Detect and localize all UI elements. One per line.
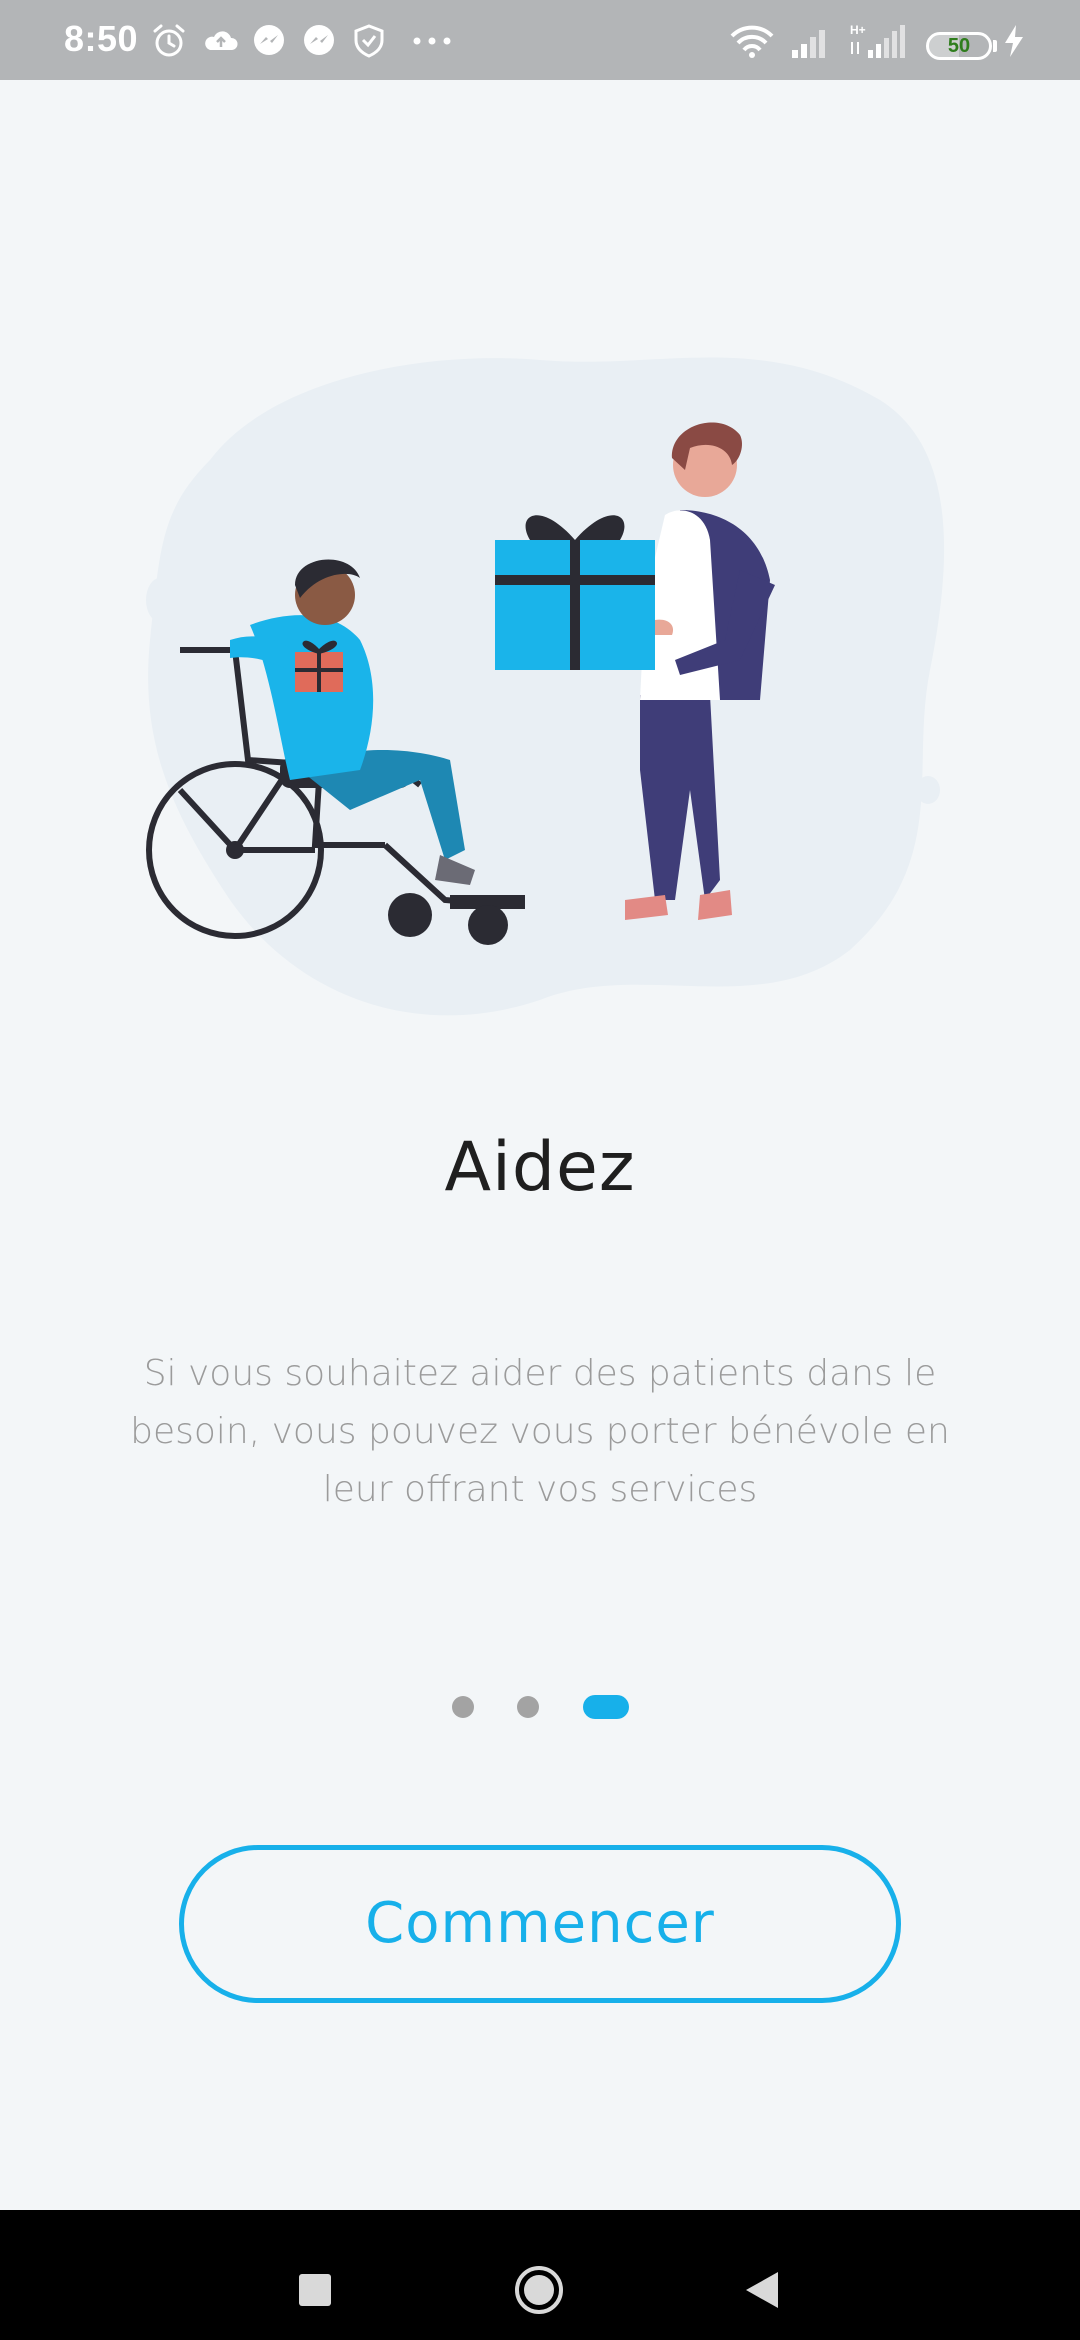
start-button[interactable]: Commencer [179,1845,901,2003]
blob-spot [916,776,940,804]
page-description: Si vous souhaitez aider des patients dan… [130,1353,950,1510]
cloud-upload-icon [202,22,240,60]
battery-icon: 50 [926,32,992,60]
signal-h-plus-icon: H+ [848,22,908,60]
page-indicator [0,1694,1080,1720]
wheelchair-small-wheel [388,893,432,937]
standing-person-shoes [698,890,732,920]
battery-tip [993,40,997,52]
home-icon[interactable] [513,2264,565,2316]
blob-spot [850,412,870,428]
page-indicator-dot[interactable] [452,1696,474,1718]
network-type-label: H+ [850,23,866,37]
page-indicator-dot-active[interactable] [583,1695,629,1719]
recents-icon[interactable] [299,2274,331,2306]
messenger-icon [250,22,288,60]
volunteer-giving-gift-illustration [120,340,960,1020]
page-title: Aidez [444,1128,636,1207]
wheelchair-caster [468,905,508,945]
background-blob [148,357,945,1016]
charging-icon [1000,22,1028,60]
onboarding-screen: 8:50 H+ 50 Aidez Si vous souhaitez aider… [0,0,1080,2340]
alarm-icon [150,22,188,60]
wifi-icon [728,22,776,60]
shield-icon [350,22,388,60]
back-icon[interactable] [744,2270,780,2310]
battery-level: 50 [947,35,971,57]
signal-icon [790,22,832,60]
navigation-bar [0,2210,1080,2340]
messenger-icon [300,22,338,60]
page-indicator-dot[interactable] [517,1696,539,1718]
status-time: 8:50 [64,18,139,59]
status-bar: 8:50 H+ 50 [0,0,1080,80]
more-dots-icon [410,22,454,60]
blob-spot [146,578,174,622]
